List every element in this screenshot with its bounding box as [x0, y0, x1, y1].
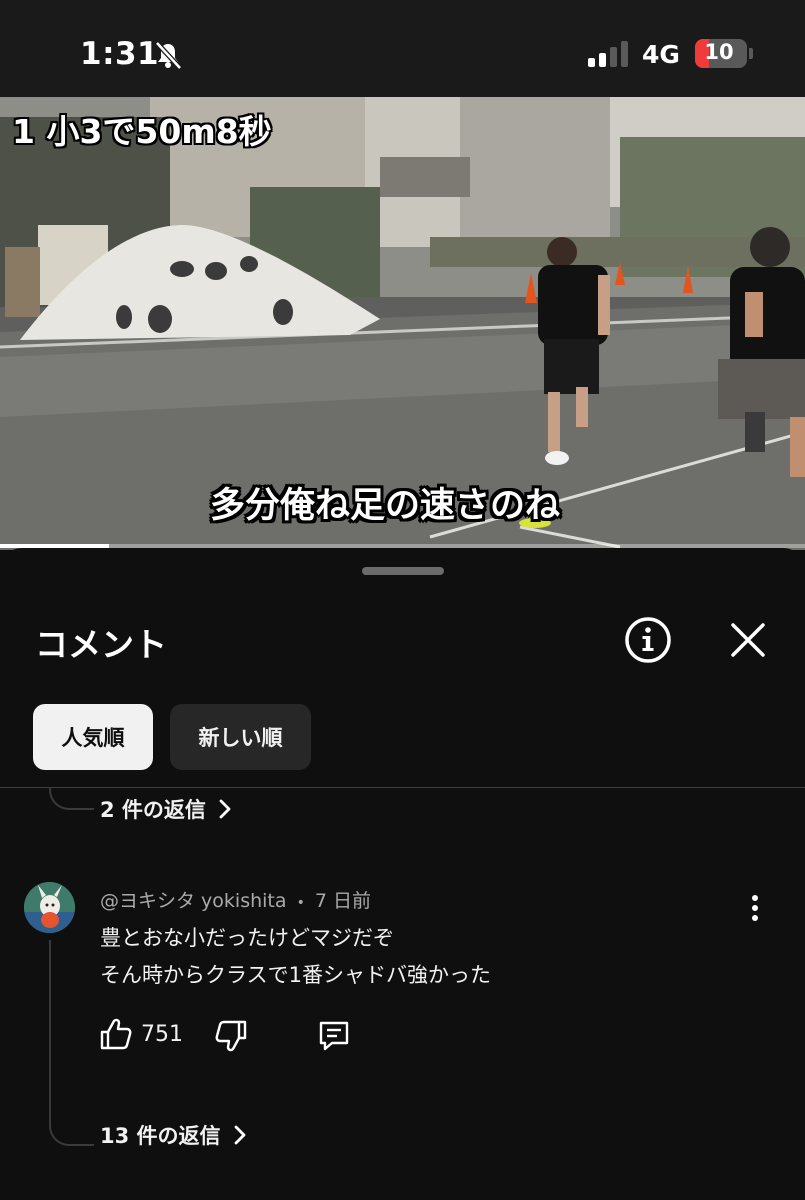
like-count: 751	[141, 1022, 183, 1047]
divider	[0, 787, 805, 788]
comment-line: そん時からクラスで1番シャドバ強かった	[100, 963, 491, 987]
view-replies-label: 2 件の返信	[100, 798, 206, 822]
battery-level: 10	[704, 40, 734, 64]
comments-panel: コメント 人気順 新しい順 2 件の返信 @ヨキシタ yokishita • 7…	[0, 548, 805, 1200]
comment-meta: @ヨキシタ yokishita • 7 日前	[100, 886, 371, 913]
info-icon[interactable]	[624, 616, 672, 664]
view-replies-link[interactable]: 13 件の返信	[100, 1120, 249, 1150]
chevron-right-icon	[234, 1125, 245, 1145]
video-player[interactable]: 1 小3で50m8秒 多分俺ね足の速さのね	[0, 97, 805, 550]
comment-author[interactable]: @ヨキシタ yokishita	[100, 890, 287, 912]
avatar-image	[24, 882, 75, 933]
thumbs-down-icon[interactable]	[213, 1018, 249, 1054]
thread-connector	[49, 788, 94, 810]
sort-chip-popular[interactable]: 人気順	[33, 704, 153, 770]
video-caption-bottom: 多分俺ね足の速さのね	[210, 486, 561, 526]
status-time: 1:31	[80, 36, 160, 72]
more-vert-icon[interactable]	[743, 892, 767, 924]
comment-body: 豊とおな小だったけどマジだぞ そん時からクラスで1番シャドバ強かった	[100, 920, 491, 994]
reply-comment-icon[interactable]	[316, 1018, 352, 1054]
chevron-right-icon	[219, 799, 231, 819]
close-icon[interactable]	[726, 618, 770, 662]
sort-chip-newest[interactable]: 新しい順	[170, 704, 311, 770]
avatar[interactable]	[24, 882, 75, 933]
view-replies-label: 13 件の返信	[100, 1124, 221, 1148]
panel-title: コメント	[35, 625, 167, 664]
status-bar: 1:31 4G 10	[0, 0, 805, 97]
bell-slash-icon	[155, 41, 182, 70]
network-type: 4G	[642, 40, 680, 69]
view-replies-link[interactable]: 2 件の返信	[100, 794, 234, 824]
comment-line: 豊とおな小だったけどマジだぞ	[100, 926, 394, 950]
signal-icon	[588, 41, 628, 67]
video-caption-top: 1 小3で50m8秒	[12, 112, 272, 151]
thumbs-up-icon[interactable]	[98, 1016, 134, 1052]
meta-separator: •	[296, 895, 305, 911]
drag-handle[interactable]	[362, 567, 444, 575]
battery-icon: 10	[695, 39, 747, 68]
battery-cap	[749, 48, 753, 59]
comment-time: 7 日前	[314, 890, 372, 912]
thread-connector	[49, 940, 94, 1146]
